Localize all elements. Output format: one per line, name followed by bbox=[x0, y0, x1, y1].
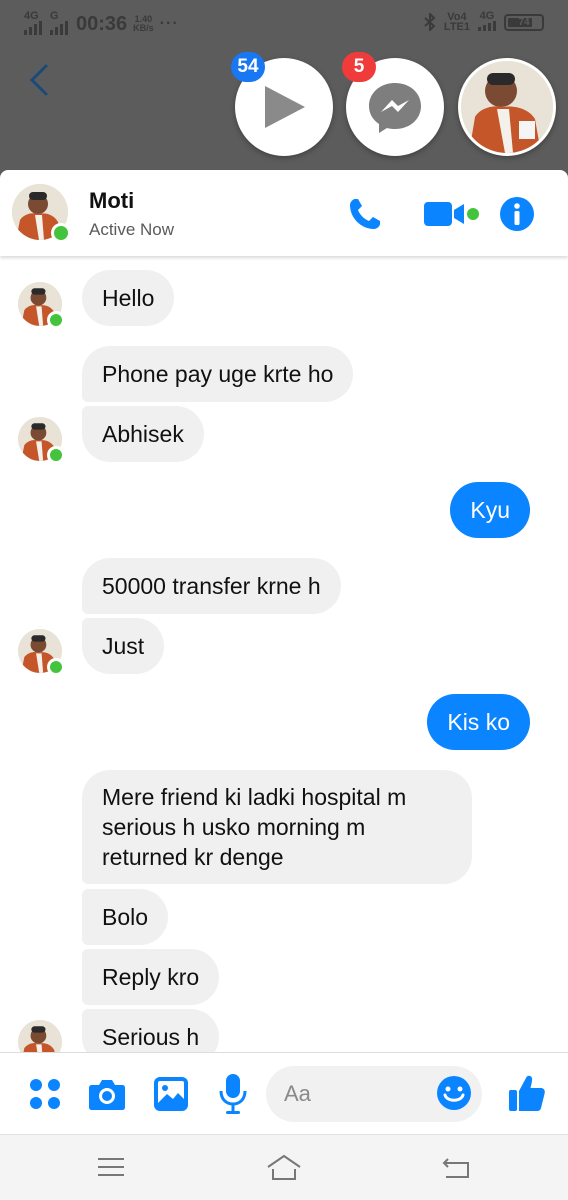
carrier-indicator: Vo4 LTE1 bbox=[443, 11, 470, 33]
menu-icon[interactable] bbox=[96, 1153, 126, 1181]
clock: 00:36 bbox=[76, 12, 128, 35]
message-input-placeholder: Aa bbox=[284, 1081, 311, 1106]
contact-name[interactable]: Moti bbox=[89, 188, 134, 214]
online-indicator bbox=[47, 311, 65, 329]
thumbs-up-icon[interactable] bbox=[508, 1073, 546, 1113]
home-icon[interactable] bbox=[264, 1153, 304, 1183]
online-indicator bbox=[47, 658, 65, 676]
message-bubble-sent[interactable]: Kyu bbox=[450, 482, 530, 538]
message-list[interactable]: Hello Phone pay uge krte ho Abhisek Kyu … bbox=[0, 258, 568, 1052]
signal-indicator-1: 4G bbox=[24, 11, 44, 37]
microphone-icon[interactable] bbox=[218, 1073, 248, 1115]
contact-photo bbox=[18, 1020, 62, 1052]
emoji-icon[interactable] bbox=[436, 1075, 472, 1111]
battery-icon: 74 bbox=[504, 13, 544, 31]
status-bar: 4G G 00:36 1.40 KB/s ··· Vo4 LTE1 4G 74 bbox=[0, 0, 568, 44]
back-icon[interactable] bbox=[440, 1153, 472, 1181]
signal-bars-icon bbox=[478, 21, 496, 31]
system-nav-bar bbox=[0, 1134, 568, 1200]
chat-head-video[interactable]: 54 bbox=[231, 52, 333, 156]
conversation-header: Moti Active Now bbox=[0, 170, 568, 256]
chat-head-contact[interactable] bbox=[458, 58, 556, 156]
message-bubble[interactable]: Serious h bbox=[82, 1009, 220, 1052]
contact-status: Active Now bbox=[89, 220, 175, 239]
apps-icon[interactable] bbox=[28, 1077, 62, 1111]
message-bubble-sent[interactable]: Kis ko bbox=[427, 694, 530, 750]
signal-bars-icon bbox=[24, 21, 42, 35]
contact-photo bbox=[461, 61, 553, 153]
bluetooth-icon bbox=[424, 13, 436, 31]
message-bubble[interactable]: Mere friend ki ladki hospital m serious … bbox=[82, 770, 472, 884]
message-bubble[interactable]: Hello bbox=[82, 270, 175, 326]
composer-bar: Aa bbox=[0, 1052, 568, 1134]
signal-indicator-2: G bbox=[50, 11, 70, 37]
phone-icon[interactable] bbox=[347, 196, 383, 232]
unread-badge: 54 bbox=[231, 52, 265, 82]
message-bubble[interactable]: Reply kro bbox=[82, 949, 220, 1005]
message-bubble[interactable]: 50000 transfer krne h bbox=[82, 558, 341, 614]
signal-bars-icon bbox=[50, 21, 68, 35]
online-indicator bbox=[47, 446, 65, 464]
message-bubble[interactable]: Bolo bbox=[82, 889, 169, 945]
gallery-icon[interactable] bbox=[153, 1076, 189, 1112]
network-rate: 1.40 KB/s bbox=[133, 14, 154, 33]
message-bubble[interactable]: Just bbox=[82, 618, 165, 674]
message-bubble[interactable]: Abhisek bbox=[82, 406, 204, 462]
unread-badge: 5 bbox=[342, 52, 376, 82]
network-indicator: 4G bbox=[478, 11, 496, 33]
more-notifications: ··· bbox=[159, 15, 179, 32]
info-icon[interactable] bbox=[499, 196, 535, 232]
video-camera-icon[interactable] bbox=[423, 200, 483, 228]
camera-icon[interactable] bbox=[88, 1077, 126, 1111]
message-bubble[interactable]: Phone pay uge krte ho bbox=[82, 346, 354, 402]
back-arrow-icon[interactable] bbox=[24, 60, 54, 100]
online-indicator bbox=[51, 223, 71, 243]
chat-head-messenger[interactable]: 5 bbox=[342, 52, 444, 156]
message-avatar bbox=[18, 1020, 62, 1052]
